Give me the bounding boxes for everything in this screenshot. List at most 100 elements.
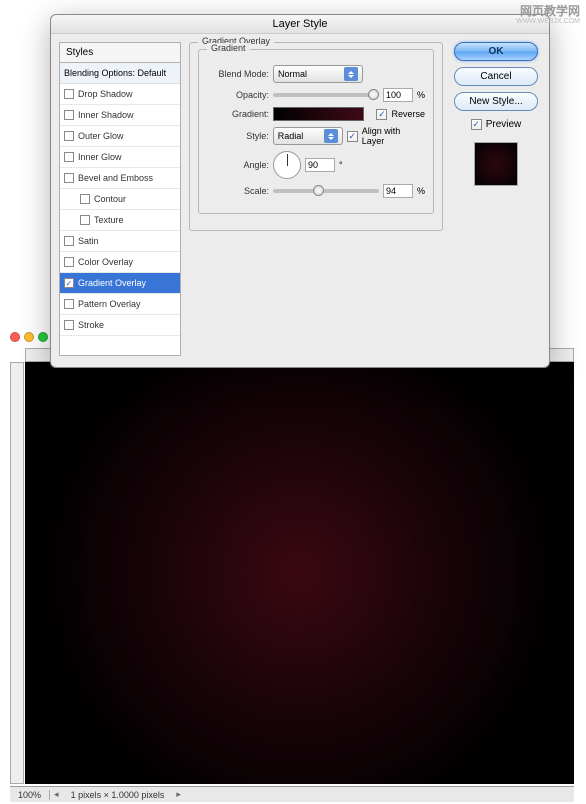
gradient-group: Gradient Blend Mode: Normal Opacity: % <box>198 49 434 214</box>
style-select[interactable]: Radial <box>273 127 343 145</box>
style-checkbox[interactable] <box>64 110 74 120</box>
reverse-label: Reverse <box>391 109 425 119</box>
angle-unit: ° <box>339 160 343 170</box>
opacity-row: Opacity: % <box>207 88 425 102</box>
zoom-icon[interactable] <box>38 332 48 342</box>
slider-thumb[interactable] <box>368 89 379 100</box>
style-checkbox[interactable] <box>64 89 74 99</box>
style-checkbox[interactable] <box>64 257 74 267</box>
preview-swatch <box>474 142 518 186</box>
blend-mode-row: Blend Mode: Normal <box>207 65 425 83</box>
style-checkbox[interactable] <box>80 215 90 225</box>
style-label: Style: <box>207 131 269 141</box>
dropdown-icon <box>324 129 338 143</box>
style-item-label: Contour <box>94 194 126 204</box>
opacity-label: Opacity: <box>207 90 269 100</box>
style-checkbox[interactable] <box>64 152 74 162</box>
style-checkbox[interactable] <box>64 299 74 309</box>
style-item-label: Outer Glow <box>78 131 124 141</box>
blend-mode-label: Blend Mode: <box>207 69 269 79</box>
preview-toggle[interactable]: Preview <box>471 119 522 130</box>
zoom-level[interactable]: 100% <box>10 790 50 800</box>
minimize-icon[interactable] <box>24 332 34 342</box>
style-item-pattern-overlay[interactable]: Pattern Overlay <box>60 294 180 315</box>
style-item-gradient-overlay[interactable]: Gradient Overlay <box>60 273 180 294</box>
style-item-label: Inner Glow <box>78 152 122 162</box>
new-style-button[interactable]: New Style... <box>454 92 538 111</box>
layer-style-dialog: Layer Style Styles Blending Options: Def… <box>50 14 550 368</box>
opacity-input[interactable] <box>383 88 413 102</box>
align-label: Align with Layer <box>362 126 425 146</box>
window-traffic-lights <box>10 332 48 342</box>
gradient-preview[interactable] <box>273 107 364 121</box>
group-title: Gradient <box>207 43 250 53</box>
ok-button[interactable]: OK <box>454 42 538 61</box>
style-item-label: Satin <box>78 236 99 246</box>
style-item-inner-glow[interactable]: Inner Glow <box>60 147 180 168</box>
scale-unit: % <box>417 186 425 196</box>
blend-mode-value: Normal <box>278 69 307 79</box>
style-checkbox[interactable] <box>80 194 90 204</box>
style-item-bevel-and-emboss[interactable]: Bevel and Emboss <box>60 168 180 189</box>
style-item-label: Stroke <box>78 320 104 330</box>
style-item-outer-glow[interactable]: Outer Glow <box>60 126 180 147</box>
angle-label: Angle: <box>207 160 269 170</box>
style-item-label: Gradient Overlay <box>78 278 146 288</box>
dialog-title: Layer Style <box>51 15 549 34</box>
style-item-stroke[interactable]: Stroke <box>60 315 180 336</box>
style-checkbox[interactable] <box>64 320 74 330</box>
gradient-overlay-section: Gradient Overlay Gradient Blend Mode: No… <box>189 42 443 231</box>
style-item-label: Drop Shadow <box>78 89 133 99</box>
ruler-vertical <box>10 362 24 784</box>
style-item-contour[interactable]: Contour <box>60 189 180 210</box>
style-value: Radial <box>278 131 304 141</box>
gradient-row: Gradient: Reverse <box>207 107 425 121</box>
blend-mode-select[interactable]: Normal <box>273 65 363 83</box>
watermark-main: 网页教学网 <box>520 2 580 19</box>
styles-header[interactable]: Styles <box>60 43 180 63</box>
gradient-label: Gradient: <box>207 109 269 119</box>
cancel-button[interactable]: Cancel <box>454 67 538 86</box>
watermark-sub: WWW.WEBJX.COM <box>516 18 580 25</box>
style-item-label: Texture <box>94 215 124 225</box>
scale-input[interactable] <box>383 184 413 198</box>
style-checkbox[interactable] <box>64 131 74 141</box>
canvas-gradient-preview <box>25 362 574 784</box>
preview-checkbox[interactable] <box>471 119 482 130</box>
reverse-checkbox[interactable] <box>376 109 387 120</box>
opacity-unit: % <box>417 90 425 100</box>
scale-row: Scale: % <box>207 184 425 198</box>
styles-sidebar: Styles Blending Options: Default Drop Sh… <box>59 42 181 356</box>
style-item-label: Pattern Overlay <box>78 299 141 309</box>
angle-dial[interactable] <box>273 151 301 179</box>
scale-slider[interactable] <box>273 189 379 193</box>
style-checkbox[interactable] <box>64 236 74 246</box>
style-checkbox[interactable] <box>64 173 74 183</box>
style-item-inner-shadow[interactable]: Inner Shadow <box>60 105 180 126</box>
angle-row: Angle: ° <box>207 151 425 179</box>
style-item-label: Inner Shadow <box>78 110 134 120</box>
dialog-actions: OK Cancel New Style... Preview <box>451 42 541 356</box>
style-item-label: Bevel and Emboss <box>78 173 153 183</box>
chevron-left-icon[interactable]: ◂ <box>50 789 63 800</box>
style-checkbox[interactable] <box>64 278 74 288</box>
chevron-right-icon[interactable]: ▸ <box>172 789 185 800</box>
style-item-label: Color Overlay <box>78 257 133 267</box>
opacity-slider[interactable] <box>273 93 379 97</box>
doc-info: 1 pixels × 1.0000 pixels <box>63 790 173 800</box>
align-checkbox[interactable] <box>347 131 358 142</box>
scale-label: Scale: <box>207 186 269 196</box>
document-canvas[interactable] <box>25 362 574 784</box>
preview-label: Preview <box>486 119 522 130</box>
style-item-color-overlay[interactable]: Color Overlay <box>60 252 180 273</box>
style-item-satin[interactable]: Satin <box>60 231 180 252</box>
style-item-drop-shadow[interactable]: Drop Shadow <box>60 84 180 105</box>
style-item-texture[interactable]: Texture <box>60 210 180 231</box>
blending-options-row[interactable]: Blending Options: Default <box>60 63 180 84</box>
style-row: Style: Radial Align with Layer <box>207 126 425 146</box>
angle-input[interactable] <box>305 158 335 172</box>
settings-panel: Gradient Overlay Gradient Blend Mode: No… <box>189 42 443 356</box>
dropdown-icon <box>344 67 358 81</box>
slider-thumb[interactable] <box>313 185 324 196</box>
close-icon[interactable] <box>10 332 20 342</box>
